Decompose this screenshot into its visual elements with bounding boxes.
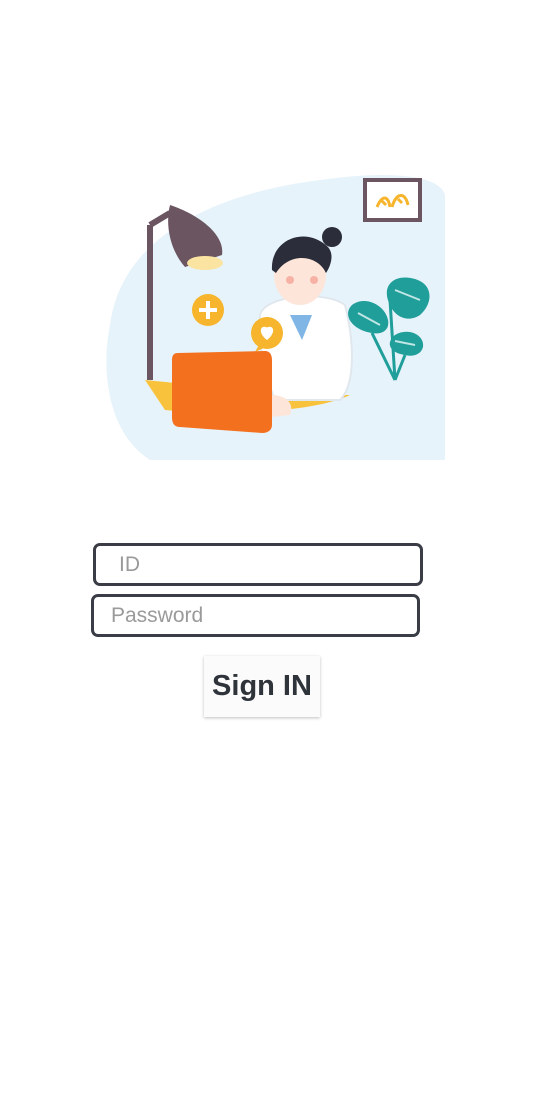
doctor-laptop-illustration-icon [90, 155, 445, 460]
id-field[interactable] [93, 543, 423, 586]
plus-badge-icon [192, 294, 224, 326]
password-field[interactable] [91, 594, 420, 637]
id-input[interactable] [96, 546, 420, 583]
password-input[interactable] [94, 597, 417, 634]
picture-frame-icon [363, 178, 422, 222]
sign-in-button[interactable]: Sign IN [204, 656, 320, 717]
